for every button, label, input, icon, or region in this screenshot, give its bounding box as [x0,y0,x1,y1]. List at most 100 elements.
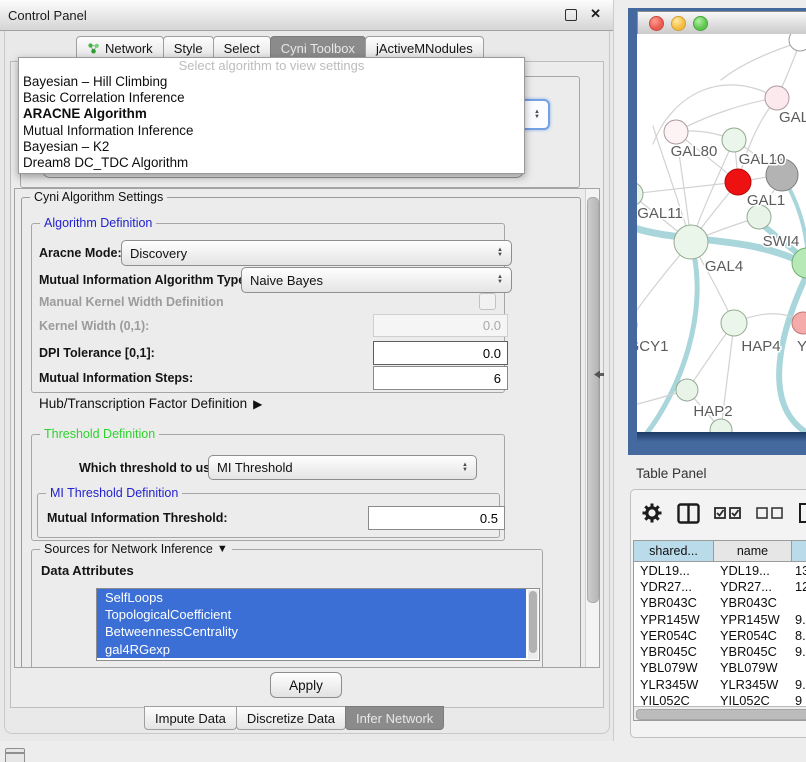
tab-label: Discretize Data [247,711,335,726]
algorithm-option[interactable]: Dream8 DC_TDC Algorithm [19,155,524,171]
threshold-definition-title: Threshold Definition [40,427,159,441]
network-node[interactable] [676,379,698,401]
aracne-mode-value: Discovery [130,246,187,261]
float-icon[interactable] [565,9,577,21]
tab-label: Select [224,41,260,56]
table-cell: 9. [792,643,806,659]
node-label: GAL1 [747,192,785,209]
dpi-tolerance-label: DPI Tolerance [0,1]: [39,346,155,360]
apply-button[interactable]: Apply [270,672,342,698]
attribute-item[interactable]: gal4RGexp [97,641,526,658]
tab-label: jActiveMNodules [376,41,473,56]
table-row[interactable]: YPR145WYPR145W9. [634,611,806,627]
algorithm-option-list: Bayesian – Hill ClimbingBasic Correlatio… [19,74,524,171]
algorithm-option[interactable]: Bayesian – K2 [19,139,524,155]
table-cell: 9. [792,611,806,627]
table-cell: YLR345W [634,676,714,692]
mac-zoom-icon[interactable] [693,16,708,31]
sources-group-title-wrap[interactable]: Sources for Network Inference ▼ [40,542,232,556]
mi-threshold-field[interactable]: 0.5 [368,506,505,530]
table-cell: YBR043C [714,595,792,611]
network-node[interactable] [721,310,747,336]
node-label: HAP4 [741,338,780,355]
table-header: shared...name [634,541,806,562]
tab-label: Network [105,41,153,56]
panel-grip-icon[interactable] [5,748,25,762]
spinner-arrows-icon: ▲▼ [534,110,540,120]
table-row[interactable]: YLR345WYLR345W9. [634,676,806,692]
tab-infer-network[interactable]: Infer Network [345,706,444,730]
network-window-titlebar[interactable] [637,11,806,36]
attribute-item[interactable]: TopologicalCoefficient [97,606,526,623]
tab-label: Impute Data [155,711,226,726]
mac-minimize-icon[interactable] [671,16,686,31]
aracne-mode-label: Aracne Mode: [39,246,122,260]
list-scrollbar[interactable] [528,590,538,659]
algorithm-option[interactable]: ARACNE Algorithm [19,106,524,122]
mi-steps-field[interactable]: 6 [373,366,508,390]
checked-attributes-icon[interactable] [714,506,742,520]
network-canvas[interactable]: GALGAL80GAL10GAL1GAL11SWI4GAL4GCY1HAP4YH… [637,34,806,432]
table-cell: YBR045C [634,643,714,659]
spinner-arrows-icon: ▲▼ [497,275,503,285]
node-label: GAL10 [739,151,786,168]
which-threshold-select[interactable]: MI Threshold ▲▼ [208,455,477,480]
node-label: GAL4 [705,258,743,275]
page-icon[interactable] [798,502,806,524]
dpi-tolerance-field[interactable]: 0.0 [373,341,508,365]
tab-impute-data[interactable]: Impute Data [144,706,237,730]
table-row[interactable]: YDR27...YDR27...12 [634,578,806,594]
column-header[interactable]: name [714,541,792,562]
algorithm-option[interactable]: Mutual Information Inference [19,123,524,139]
network-node[interactable] [792,312,806,334]
sources-group-title: Sources for Network Inference [44,542,213,556]
table-row[interactable]: YBR043CYBR043C [634,595,806,611]
tab-label: Infer Network [356,711,433,726]
close-icon[interactable]: ✕ [590,6,601,22]
tab-discretize-data[interactable]: Discretize Data [236,706,346,730]
cursor-icon [594,369,605,380]
settings-scrollbar[interactable] [585,189,599,667]
algorithm-option[interactable]: Bayesian – Hill Climbing [19,74,524,90]
table-row[interactable]: YDL19...YDL19...13 [634,562,806,578]
algorithm-option[interactable]: Basic Correlation Inference [19,90,524,106]
hub-definition-label: Hub/Transcription Factor Definition [39,396,247,411]
network-node[interactable] [674,225,708,259]
column-header[interactable]: shared... [634,541,714,562]
table-row[interactable]: YBL079WYBL079W [634,660,806,676]
settings-scrollbar-thumb[interactable] [587,197,599,603]
which-threshold-value: MI Threshold [217,460,293,475]
table-cell: YPR145W [714,611,792,627]
table-cell: YBR045C [714,643,792,659]
gear-icon[interactable] [641,502,663,524]
table-hscrollbar-thumb[interactable] [636,709,806,720]
split-panel-icon[interactable] [677,503,700,524]
table-cell [792,660,806,676]
table-hscrollbar[interactable] [634,706,806,720]
network-node[interactable] [765,86,789,110]
table-row[interactable]: YBR045CYBR045C9. [634,643,806,659]
network-icon [87,42,100,54]
list-scrollbar-thumb[interactable] [529,591,537,653]
network-node[interactable] [664,120,688,144]
node-label: Y [797,338,806,355]
manual-kernel-checkbox[interactable] [479,293,496,310]
column-header[interactable] [792,541,806,562]
table-panel-title: Table Panel [636,466,707,481]
table-row[interactable]: YER054CYER054C8. [634,627,806,643]
tab-label: Cyni Toolbox [281,41,355,56]
network-node[interactable] [789,34,806,51]
mi-type-value: Naive Bayes [250,273,323,288]
network-edge [643,242,697,432]
table-cell: YDL19... [714,562,792,578]
aracne-mode-select[interactable]: Discovery ▲▼ [121,240,512,266]
unchecked-attributes-icon[interactable] [756,506,784,520]
network-view-window: GALGAL80GAL10GAL1GAL11SWI4GAL4GCY1HAP4YH… [628,8,806,455]
attribute-item[interactable]: SelfLoops [97,589,526,606]
hub-definition-toggle[interactable]: Hub/Transcription Factor Definition ▶ [39,396,262,411]
network-node[interactable] [722,128,746,152]
mac-close-icon[interactable] [649,16,664,31]
kernel-width-field[interactable]: 0.0 [373,314,508,337]
attribute-item[interactable]: BetweennessCentrality [97,623,526,640]
mi-type-select[interactable]: Naive Bayes ▲▼ [241,267,512,293]
